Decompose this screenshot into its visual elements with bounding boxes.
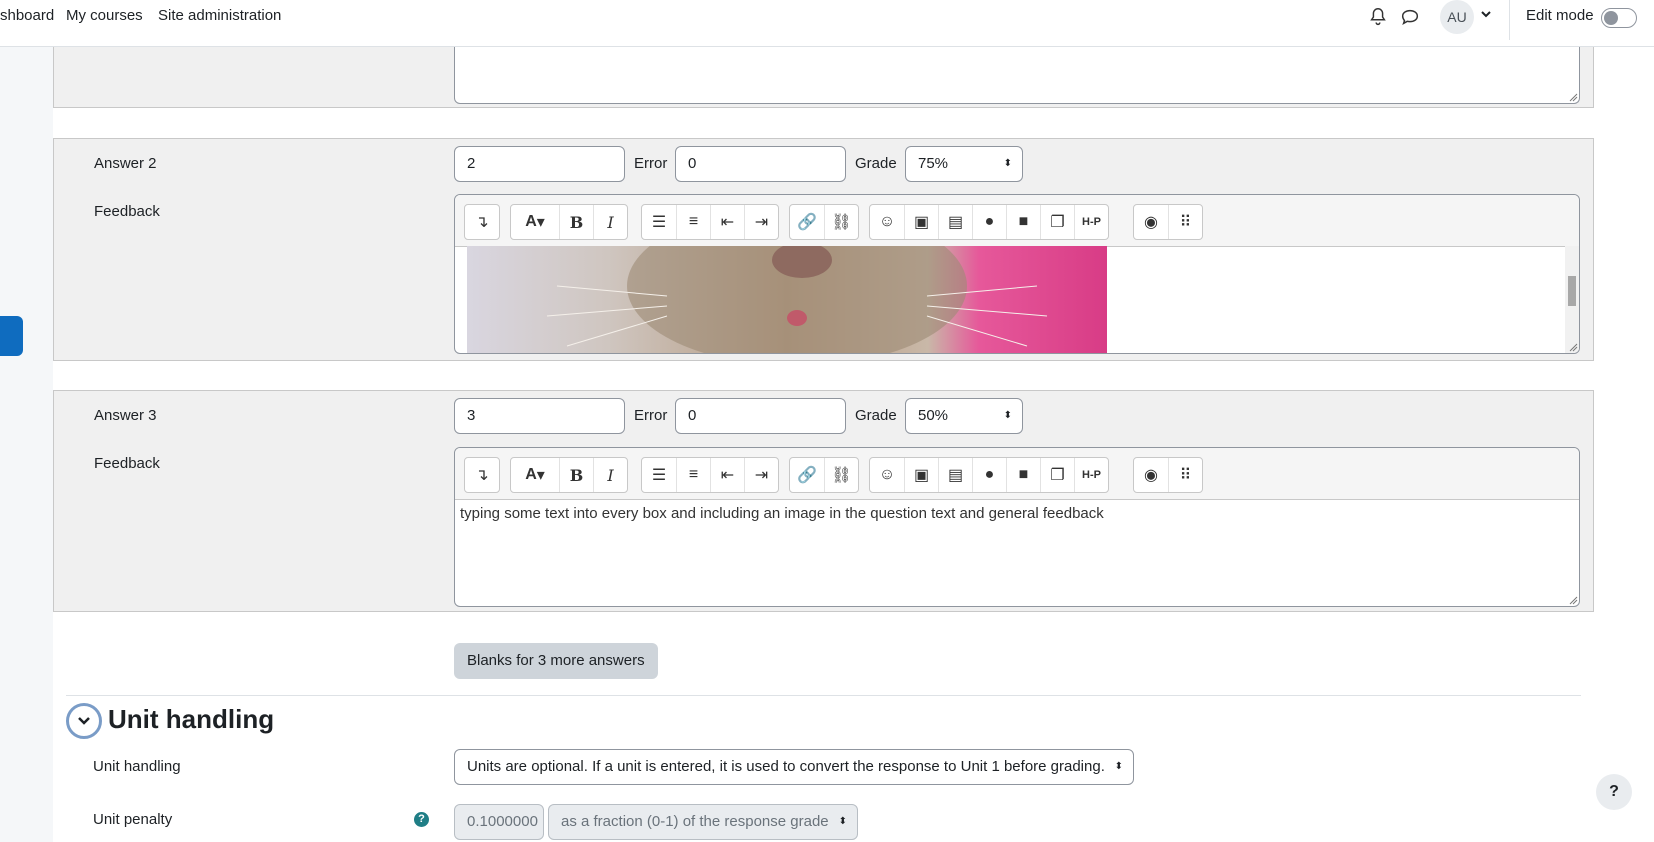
bold-icon[interactable]: B — [559, 205, 593, 239]
feedback-label: Feedback — [94, 203, 160, 220]
chevron-down-icon — [78, 717, 90, 725]
h5p-icon[interactable]: H-P — [1074, 205, 1108, 239]
answer-input[interactable]: 2 — [454, 146, 625, 182]
nav-dashboard-link[interactable]: shboard — [0, 7, 54, 24]
italic-icon[interactable]: I — [593, 205, 627, 239]
blanks-for-more-answers-button[interactable]: Blanks for 3 more answers — [454, 643, 658, 679]
error-input[interactable]: 0 — [675, 398, 846, 434]
emoji-icon[interactable]: ☺ — [870, 205, 904, 239]
drawer-toggle-button[interactable] — [0, 316, 23, 356]
answer-1-fieldset — [53, 40, 1594, 108]
outdent-icon[interactable]: ⇤ — [710, 205, 744, 239]
unordered-list-icon[interactable]: ☰ — [642, 458, 676, 492]
image-icon[interactable]: ▣ — [904, 458, 938, 492]
feedback-label: Feedback — [94, 455, 160, 472]
chevron-down-icon[interactable] — [1479, 7, 1493, 21]
unit-handling-value: Units are optional. If a unit is entered… — [467, 758, 1105, 775]
media-icon[interactable]: ▤ — [938, 458, 972, 492]
answer-input[interactable]: 3 — [454, 398, 625, 434]
resize-handle-icon[interactable] — [1568, 92, 1578, 102]
editor-content[interactable]: typing some text into every box and incl… — [455, 499, 1579, 606]
unit-penalty-input[interactable]: 0.1000000 — [454, 804, 544, 840]
select-arrows-icon: ⬍ — [1003, 410, 1012, 421]
bold-icon[interactable]: B — [559, 458, 593, 492]
select-arrows-icon: ⬍ — [1114, 761, 1123, 772]
ordered-list-icon[interactable]: ≡ — [676, 205, 710, 239]
unit-penalty-mode-value: as a fraction (0-1) of the response grad… — [561, 813, 829, 830]
feedback-editor-answer-3[interactable]: ↴ A ▾ B I ☰ ≡ ⇤ ⇥ 🔗 ⛓ ☺ ▣ ▤ ● ■ ❐ H-P ◉ ⠿ — [454, 447, 1580, 607]
messages-icon[interactable] — [1399, 6, 1421, 28]
avatar[interactable]: AU — [1440, 0, 1474, 34]
top-navbar: shboard My courses Site administration A… — [0, 0, 1654, 47]
video-icon[interactable]: ■ — [1006, 205, 1040, 239]
microphone-icon[interactable]: ● — [972, 205, 1006, 239]
collapse-toolbar-icon[interactable]: ↴ — [465, 458, 499, 492]
accessibility-checker-icon[interactable]: ◉ — [1134, 205, 1168, 239]
collapse-toolbar-icon[interactable]: ↴ — [465, 205, 499, 239]
error-label: Error — [634, 407, 668, 424]
edit-mode-toggle[interactable] — [1601, 8, 1637, 28]
italic-icon[interactable]: I — [593, 458, 627, 492]
unit-handling-label: Unit handling — [93, 758, 181, 775]
font-style-icon[interactable]: A ▾ — [511, 458, 559, 492]
video-icon[interactable]: ■ — [1006, 458, 1040, 492]
unordered-list-icon[interactable]: ☰ — [642, 205, 676, 239]
emoji-icon[interactable]: ☺ — [870, 458, 904, 492]
nav-divider — [1509, 0, 1510, 40]
section-collapse-toggle[interactable] — [66, 703, 102, 739]
screenreader-helper-icon[interactable]: ⠿ — [1168, 458, 1202, 492]
grade-label: Grade — [855, 155, 897, 172]
resize-handle-icon[interactable] — [1568, 342, 1578, 352]
manage-files-icon[interactable]: ❐ — [1040, 458, 1074, 492]
bell-icon[interactable] — [1367, 6, 1389, 28]
unit-penalty-label: Unit penalty — [93, 811, 173, 828]
grade-select-value: 50% — [918, 407, 949, 424]
indent-icon[interactable]: ⇥ — [744, 458, 778, 492]
answer-label: Answer 3 — [94, 407, 157, 424]
editor-content[interactable] — [455, 246, 1579, 353]
editor-toolbar: ↴ A ▾ B I ☰ ≡ ⇤ ⇥ 🔗 ⛓ ☺ ▣ ▤ ● ■ ❐ H-P ◉ ⠿ — [455, 195, 1579, 247]
resize-handle-icon[interactable] — [1568, 595, 1578, 605]
help-icon[interactable]: ? — [414, 812, 429, 827]
media-icon[interactable]: ▤ — [938, 205, 972, 239]
unlink-icon[interactable]: ⛓ — [824, 458, 858, 492]
feedback-editor-previous[interactable] — [454, 41, 1580, 104]
error-input[interactable]: 0 — [675, 146, 846, 182]
screenreader-helper-icon[interactable]: ⠿ — [1168, 205, 1202, 239]
grade-select-value: 75% — [918, 155, 949, 172]
help-fab-button[interactable]: ? — [1596, 774, 1632, 810]
feedback-text: typing some text into every box and incl… — [460, 505, 1104, 522]
grade-select[interactable]: 50% ⬍ — [905, 398, 1023, 434]
font-style-icon[interactable]: A ▾ — [511, 205, 559, 239]
left-gutter — [0, 46, 53, 842]
error-label: Error — [634, 155, 668, 172]
nav-my-courses-link[interactable]: My courses — [66, 7, 143, 24]
h5p-icon[interactable]: H-P — [1074, 458, 1108, 492]
select-arrows-icon: ⬍ — [838, 816, 847, 827]
ordered-list-icon[interactable]: ≡ — [676, 458, 710, 492]
nav-site-admin-link[interactable]: Site administration — [158, 7, 281, 24]
manage-files-icon[interactable]: ❐ — [1040, 205, 1074, 239]
accessibility-checker-icon[interactable]: ◉ — [1134, 458, 1168, 492]
editor-scrollbar[interactable] — [1565, 246, 1579, 353]
grade-select[interactable]: 75% ⬍ — [905, 146, 1023, 182]
cat-image — [467, 246, 1107, 353]
edit-mode-label: Edit mode — [1526, 7, 1594, 24]
feedback-editor-answer-2[interactable]: ↴ A ▾ B I ☰ ≡ ⇤ ⇥ 🔗 ⛓ ☺ ▣ ▤ ● ■ ❐ H-P ◉ ⠿ — [454, 194, 1580, 354]
editor-toolbar: ↴ A ▾ B I ☰ ≡ ⇤ ⇥ 🔗 ⛓ ☺ ▣ ▤ ● ■ ❐ H-P ◉ ⠿ — [455, 448, 1579, 500]
microphone-icon[interactable]: ● — [972, 458, 1006, 492]
unlink-icon[interactable]: ⛓ — [824, 205, 858, 239]
indent-icon[interactable]: ⇥ — [744, 205, 778, 239]
section-divider — [66, 695, 1581, 696]
section-title: Unit handling — [108, 704, 275, 734]
select-arrows-icon: ⬍ — [1003, 158, 1012, 169]
unit-handling-select[interactable]: Units are optional. If a unit is entered… — [454, 749, 1134, 785]
outdent-icon[interactable]: ⇤ — [710, 458, 744, 492]
image-icon[interactable]: ▣ — [904, 205, 938, 239]
link-icon[interactable]: 🔗 — [790, 205, 824, 239]
unit-penalty-mode-select[interactable]: as a fraction (0-1) of the response grad… — [548, 804, 858, 840]
answer-label: Answer 2 — [94, 155, 157, 172]
link-icon[interactable]: 🔗 — [790, 458, 824, 492]
grade-label: Grade — [855, 407, 897, 424]
